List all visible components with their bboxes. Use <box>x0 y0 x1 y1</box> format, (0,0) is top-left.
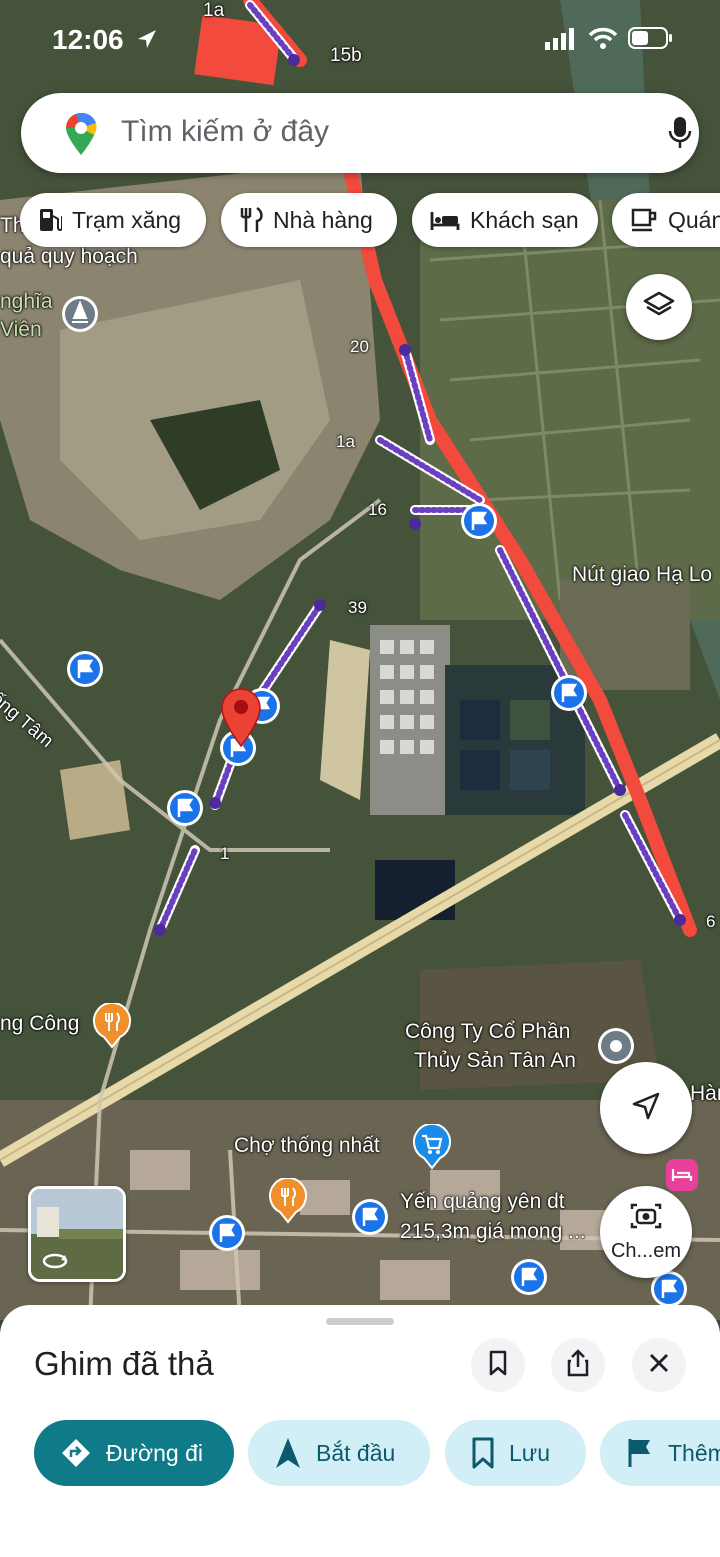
battery-icon <box>628 26 674 55</box>
place-bottom-sheet: Ghim đã thả Đường đi Bắt đầu Lưu Thêm <box>0 1305 720 1557</box>
flag-marker[interactable] <box>166 789 204 832</box>
save-label: Lưu <box>509 1439 550 1466</box>
add-label-button[interactable]: Thêm <box>600 1420 720 1486</box>
layers-button[interactable] <box>626 274 692 340</box>
road-number: 1 <box>220 844 230 863</box>
map-label: Viên <box>0 318 42 341</box>
map-label: Yến quảng yên dt <box>400 1190 565 1213</box>
chip-label: Nhà hàng <box>273 206 373 233</box>
drag-handle[interactable] <box>326 1318 394 1325</box>
directions-icon <box>60 1437 92 1469</box>
chip-label: Quán <box>668 206 720 233</box>
camera-search-button[interactable]: Ch...em <box>600 1186 692 1278</box>
restaurant-marker-icon[interactable] <box>92 1001 132 1054</box>
map-label: Thủy Sản Tân An <box>414 1049 576 1072</box>
save-bookmark-button[interactable] <box>471 1338 525 1392</box>
map-label: 1a <box>203 0 225 21</box>
restaurant-marker-icon[interactable] <box>268 1176 308 1229</box>
road-number: 16 <box>368 500 387 519</box>
flag-marker[interactable] <box>550 674 588 717</box>
map-label: nghĩa <box>0 290 53 313</box>
camera-button-label: Ch...em <box>610 1240 682 1262</box>
road-number: 1a <box>336 432 355 451</box>
status-bar: 12:06 <box>0 20 720 64</box>
search-input[interactable]: Tìm kiếm ở đây <box>121 115 329 149</box>
road-number: 6 <box>706 912 716 931</box>
navigation-arrow-icon <box>274 1436 302 1470</box>
location-arrow-icon <box>136 28 158 55</box>
gas-station-icon <box>38 206 62 234</box>
map-label: Chợ thống nhất <box>234 1134 380 1157</box>
map-label: Hàn <box>690 1082 720 1105</box>
street-view-thumbnail[interactable] <box>28 1186 126 1282</box>
add-label-label: Thêm <box>668 1439 720 1466</box>
flag-icon <box>626 1437 654 1469</box>
memorial-marker-icon[interactable] <box>60 294 100 339</box>
road-number: 20 <box>350 337 369 356</box>
status-time: 12:06 <box>52 24 124 55</box>
bookmark-icon <box>471 1437 495 1469</box>
flag-marker[interactable] <box>510 1258 548 1301</box>
flag-marker[interactable] <box>66 650 104 693</box>
microphone-icon[interactable] <box>667 115 693 156</box>
chip-coffee[interactable]: Quán <box>612 193 720 247</box>
close-icon <box>648 1352 670 1379</box>
coffee-icon <box>630 207 658 233</box>
share-icon <box>566 1348 590 1382</box>
navigation-arrow-icon <box>630 1090 662 1127</box>
my-location-button[interactable] <box>600 1062 692 1154</box>
camera-icon <box>629 1201 663 1236</box>
search-bar[interactable]: Tìm kiếm ở đây <box>21 93 699 173</box>
directions-label: Đường đi <box>106 1439 203 1466</box>
flag-marker[interactable] <box>460 502 498 545</box>
chip-hotel[interactable]: Khách sạn <box>412 193 598 247</box>
map-label: Công Ty Cổ Phần <box>405 1020 571 1043</box>
road-number: 39 <box>348 598 367 617</box>
chip-label: Trạm xăng <box>72 206 182 233</box>
cellular-signal-icon <box>545 28 577 55</box>
sheet-title: Ghim đã thả <box>34 1345 214 1382</box>
shopping-cart-marker-icon[interactable] <box>412 1122 452 1175</box>
share-button[interactable] <box>551 1338 605 1392</box>
flag-marker[interactable] <box>351 1198 389 1241</box>
chip-label: Khách sạn <box>470 206 579 233</box>
wifi-icon <box>588 26 618 55</box>
hotel-icon <box>430 208 460 232</box>
directions-button[interactable]: Đường đi <box>34 1420 234 1486</box>
map-label: 215,3m giá mong ... <box>400 1220 586 1243</box>
save-button[interactable]: Lưu <box>445 1420 586 1486</box>
dropped-pin-icon[interactable] <box>218 686 264 753</box>
start-button[interactable]: Bắt đầu <box>248 1420 430 1486</box>
map-label: ng Công <box>0 1012 80 1035</box>
map-label: Nút giao Hạ Lo <box>572 563 713 586</box>
restaurant-icon <box>239 206 263 234</box>
start-label: Bắt đầu <box>316 1439 396 1466</box>
street-view-rotate-icon <box>41 1251 69 1276</box>
flag-marker[interactable] <box>208 1214 246 1257</box>
layers-icon <box>643 289 675 326</box>
google-maps-logo-icon <box>63 112 99 162</box>
chip-restaurant[interactable]: Nhà hàng <box>221 193 397 247</box>
close-button[interactable] <box>632 1338 686 1392</box>
category-chips: Trạm xăng Nhà hàng Khách sạn Quán <box>20 193 720 249</box>
chip-gas-station[interactable]: Trạm xăng <box>20 193 206 247</box>
bookmark-icon <box>488 1350 508 1381</box>
